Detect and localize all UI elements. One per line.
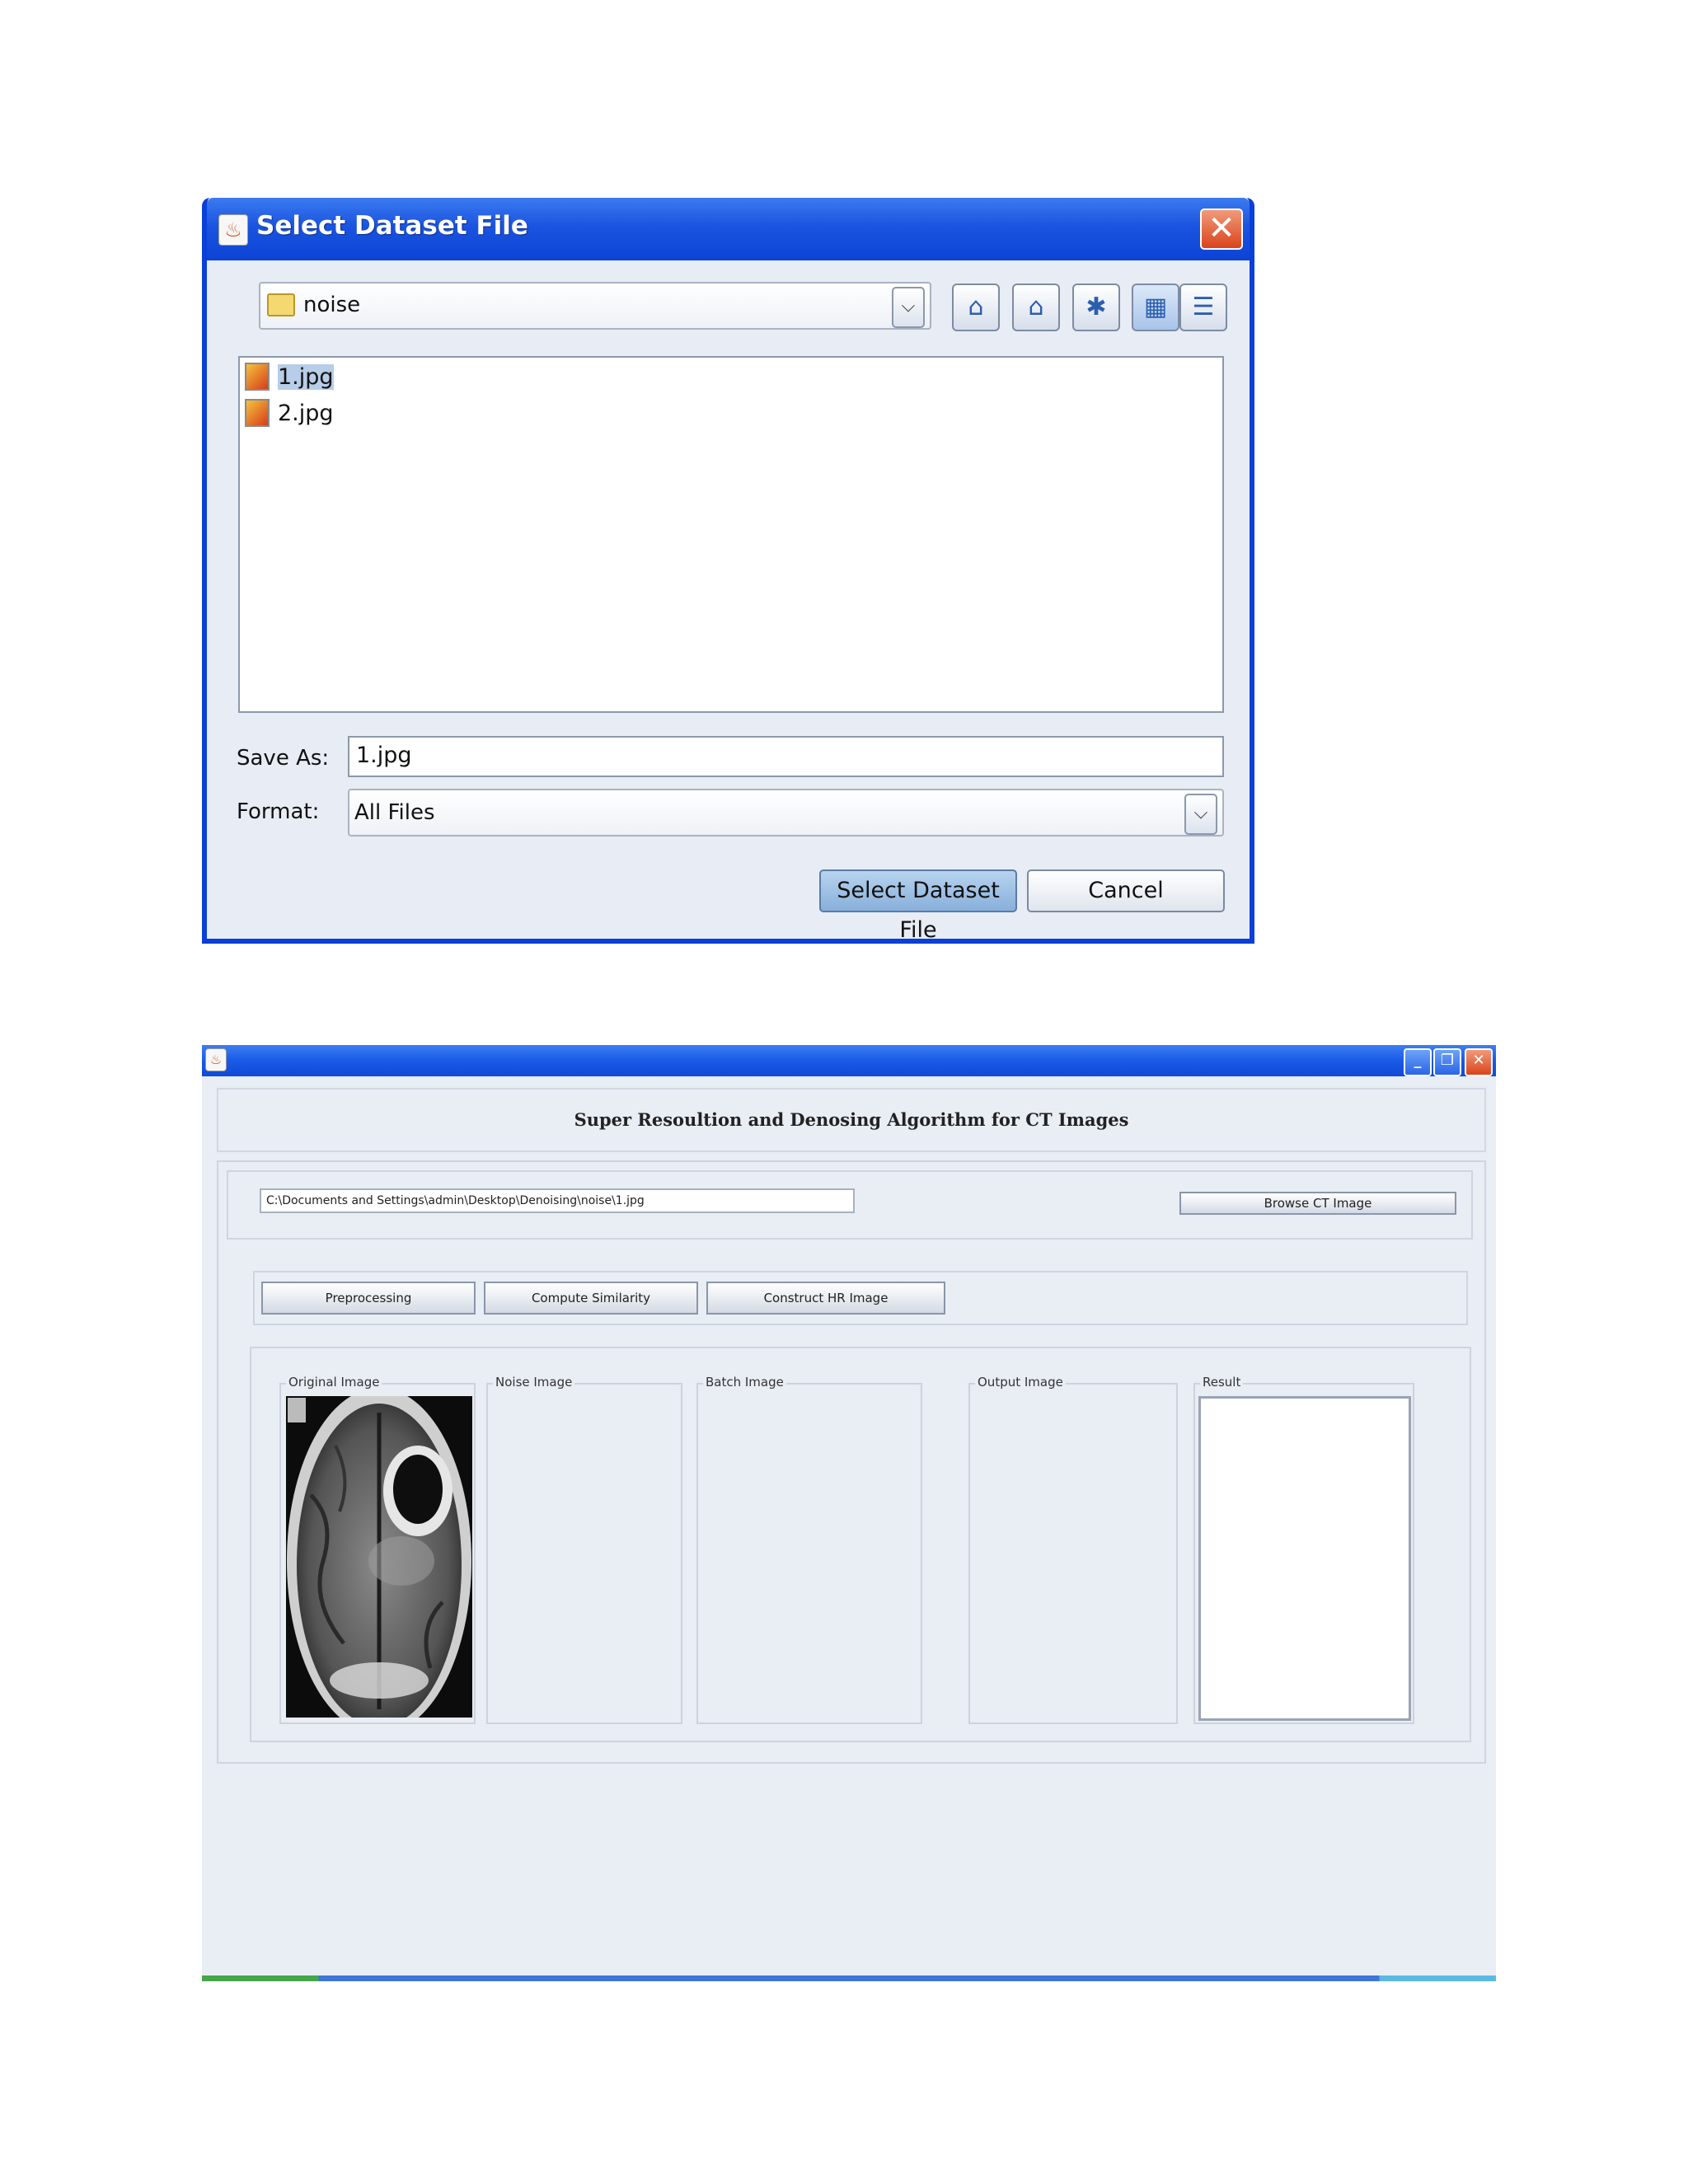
details-view-icon[interactable]: ☰ xyxy=(1179,284,1227,331)
look-in-combo[interactable]: noise ⌵ xyxy=(259,282,931,330)
batch-image-label: Batch Image xyxy=(703,1375,786,1390)
minimize-icon[interactable]: _ xyxy=(1404,1048,1432,1076)
cancel-button[interactable]: Cancel xyxy=(1027,869,1225,912)
taskbar-strip xyxy=(202,1975,1496,1981)
file-name: 2.jpg xyxy=(278,400,334,426)
new-folder-icon[interactable]: ✱ xyxy=(1072,284,1120,331)
file-path-field[interactable]: C:\Documents and Settings\admin\Desktop\… xyxy=(260,1188,855,1213)
file-item-1[interactable]: 1.jpg xyxy=(245,361,337,392)
noise-image-group: Noise Image xyxy=(486,1375,682,1724)
close-icon[interactable]: ✕ xyxy=(1200,209,1243,250)
preprocessing-button[interactable]: Preprocessing xyxy=(261,1282,476,1315)
browse-ct-image-button[interactable]: Browse CT Image xyxy=(1179,1192,1456,1215)
save-as-field[interactable]: 1.jpg xyxy=(348,736,1224,777)
up-folder-icon[interactable]: ⌂ xyxy=(952,284,1000,331)
select-dataset-file-button[interactable]: Select Dataset File xyxy=(819,869,1017,943)
format-combo[interactable]: All Files ⌵ xyxy=(348,789,1224,837)
dialog-title-bar[interactable]: ♨ Select Dataset File xyxy=(207,198,1250,260)
construct-hr-image-button[interactable]: Construct HR Image xyxy=(706,1282,945,1315)
file-item-2[interactable]: 2.jpg xyxy=(245,397,337,429)
look-in-value: noise xyxy=(303,293,361,317)
app-title-bar[interactable]: ♨ _ ❐ ✕ xyxy=(202,1045,1496,1076)
folder-icon xyxy=(267,293,295,316)
image-file-icon xyxy=(245,363,270,391)
select-dataset-dialog: ♨ Select Dataset File ✕ noise ⌵ ⌂ ⌂ ✱ ▦ … xyxy=(202,198,1254,944)
maximize-icon[interactable]: ❐ xyxy=(1433,1048,1461,1076)
dialog-title: Select Dataset File xyxy=(256,211,528,241)
file-list[interactable]: 1.jpg 2.jpg xyxy=(238,356,1224,713)
result-group: Result xyxy=(1193,1375,1414,1724)
ct-scan-image xyxy=(286,1396,472,1718)
app-heading: Super Resoultion and Denosing Algorithm … xyxy=(217,1088,1486,1152)
original-image-group: Original Image xyxy=(279,1375,476,1724)
java-icon: ♨ xyxy=(205,1048,227,1071)
brain-ct-graphic xyxy=(286,1396,472,1718)
save-as-label: Save As: xyxy=(237,746,330,771)
result-label: Result xyxy=(1200,1375,1244,1390)
format-label: Format: xyxy=(237,799,320,824)
close-icon[interactable]: ✕ xyxy=(1465,1048,1493,1076)
output-image-label: Output Image xyxy=(975,1375,1066,1390)
home-icon[interactable]: ⌂ xyxy=(1012,284,1060,331)
output-image-group: Output Image xyxy=(968,1375,1178,1724)
java-icon: ♨ xyxy=(218,214,248,246)
app-window: ♨ _ ❐ ✕ Super Resoultion and Denosing Al… xyxy=(202,1045,1496,1981)
format-value: All Files xyxy=(354,800,435,825)
result-text-area[interactable] xyxy=(1198,1396,1411,1721)
noise-image-label: Noise Image xyxy=(493,1375,575,1390)
compute-similarity-button[interactable]: Compute Similarity xyxy=(484,1282,698,1315)
chevron-down-icon[interactable]: ⌵ xyxy=(892,287,925,328)
batch-image-group: Batch Image xyxy=(696,1375,922,1724)
image-file-icon xyxy=(245,399,270,427)
original-image-label: Original Image xyxy=(286,1375,382,1390)
chevron-down-icon[interactable]: ⌵ xyxy=(1184,794,1217,835)
file-name: 1.jpg xyxy=(278,363,334,390)
list-view-icon[interactable]: ▦ xyxy=(1132,284,1179,331)
